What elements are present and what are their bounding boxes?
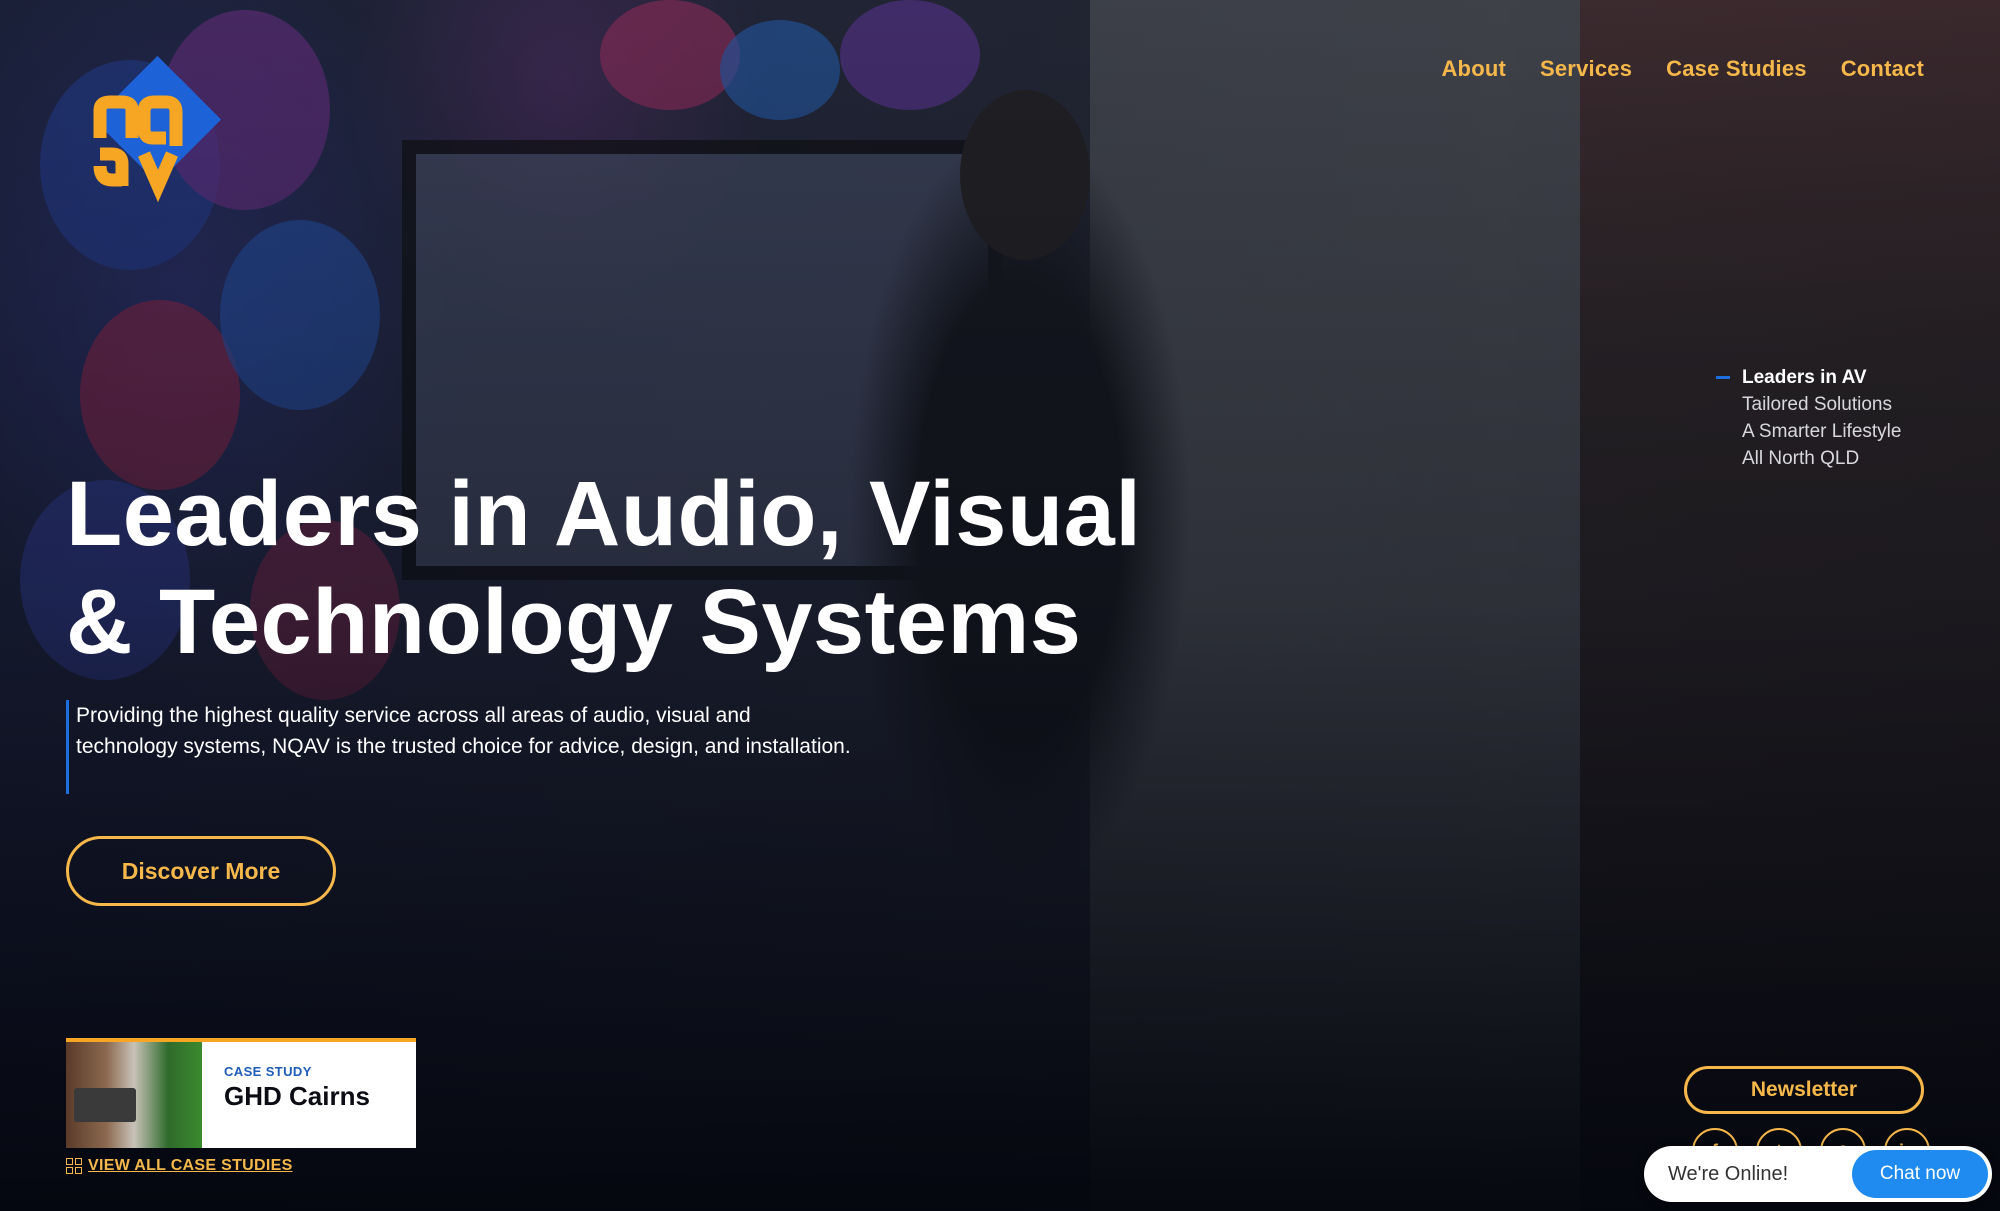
hero-description: Providing the highest quality service ac… <box>76 704 851 758</box>
chat-now-button[interactable]: Chat now <box>1852 1150 1988 1198</box>
discover-more-button[interactable]: Discover More <box>66 836 336 906</box>
slide-navigation: Leaders in AV Tailored Solutions A Smart… <box>1742 364 1901 472</box>
description-accent-bar <box>66 700 69 794</box>
case-study-label: CASE STUDY <box>224 1064 312 1079</box>
view-all-case-studies-link[interactable]: VIEW ALL CASE STUDIES <box>66 1157 293 1175</box>
slide-item-all-north-qld[interactable]: All North QLD <box>1742 445 1901 472</box>
slide-item-leaders-in-av[interactable]: Leaders in AV <box>1742 364 1901 391</box>
active-slide-indicator <box>1716 376 1730 379</box>
hero-title-line-2: & Technology Systems <box>66 571 1082 673</box>
case-study-name: GHD Cairns <box>224 1081 370 1111</box>
slide-item-tailored-solutions[interactable]: Tailored Solutions <box>1742 391 1901 418</box>
chat-widget: We're Online! Chat now <box>1644 1146 1992 1202</box>
view-all-label: VIEW ALL CASE STUDIES <box>88 1157 293 1174</box>
chat-status-text: We're Online! <box>1668 1162 1789 1185</box>
nav-link-services[interactable]: Services <box>1540 56 1632 82</box>
hero-title: Leaders in Audio, Visual & Technology Sy… <box>66 460 1366 676</box>
nav-link-contact[interactable]: Contact <box>1841 56 1924 82</box>
grid-icon <box>66 1158 82 1174</box>
nav-link-case-studies[interactable]: Case Studies <box>1666 56 1807 82</box>
newsletter-button[interactable]: Newsletter <box>1684 1066 1924 1114</box>
nqav-logo[interactable] <box>86 55 236 206</box>
nav-link-about[interactable]: About <box>1441 56 1506 82</box>
hero-title-line-1: Leaders in Audio, Visual <box>66 463 1142 565</box>
main-nav: About Services Case Studies Contact <box>1441 56 1924 82</box>
slide-item-smarter-lifestyle[interactable]: A Smarter Lifestyle <box>1742 418 1901 445</box>
case-study-card[interactable]: CASE STUDY GHD Cairns <box>66 1038 416 1148</box>
case-study-thumbnail <box>66 1042 202 1148</box>
